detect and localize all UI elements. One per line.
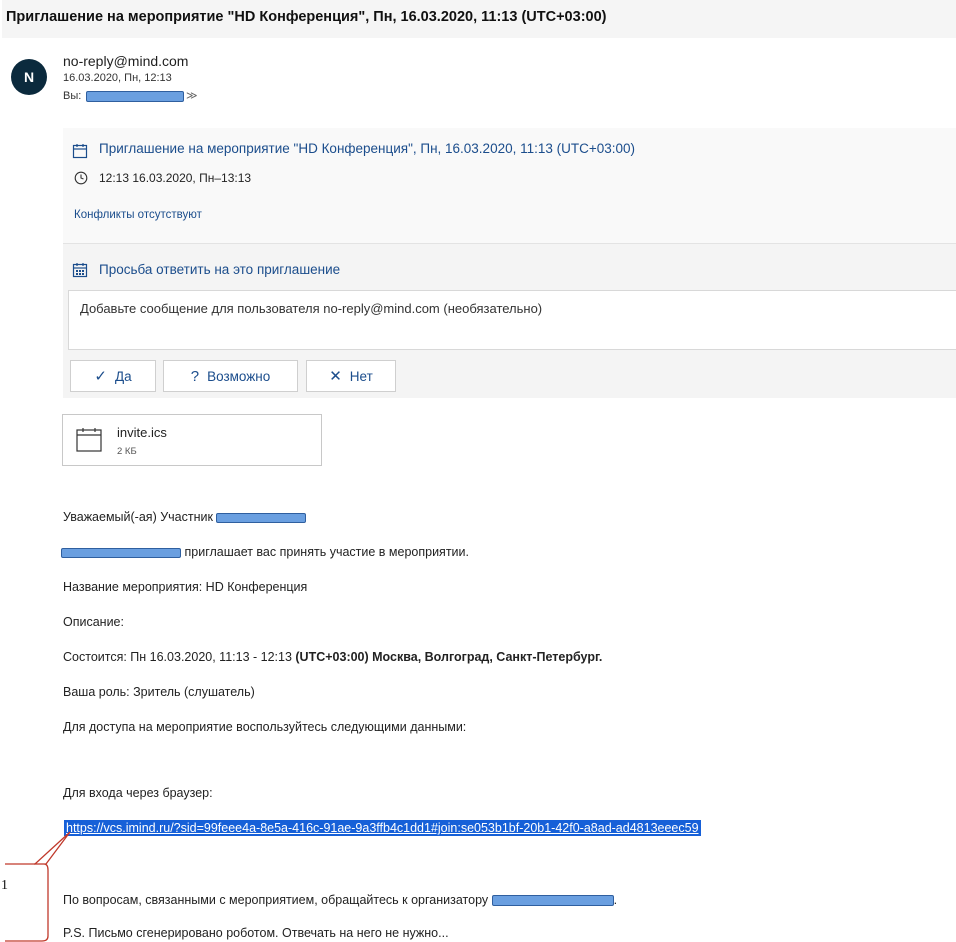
browser-entry-line: Для входа через браузер:: [63, 786, 213, 800]
decline-button[interactable]: ✕ Нет: [306, 360, 396, 392]
role-line: Ваша роль: Зритель (слушатель): [63, 685, 255, 699]
decline-label: Нет: [349, 368, 373, 384]
questions-text: По вопросам, связанными с мероприятием, …: [63, 893, 489, 907]
conflicts-status[interactable]: Конфликты отсутствуют: [74, 209, 202, 221]
schedule-prefix: Состоится: Пн 16.03.2020, 11:13 - 12:13: [63, 650, 296, 664]
rsvp-message-input[interactable]: Добавьте сообщение для пользователя no-r…: [68, 290, 956, 350]
redacted-organizer-link[interactable]: [491, 895, 614, 907]
message-date: 16.03.2020, Пн, 12:13: [63, 72, 172, 84]
sender-avatar[interactable]: N: [11, 59, 47, 95]
questions-line: По вопросам, связанными с мероприятием, …: [63, 893, 618, 907]
access-line: Для доступа на мероприятие воспользуйтес…: [63, 720, 467, 734]
callout-number: 1: [1, 878, 8, 893]
event-time: 12:13 16.03.2020, Пн–13:13: [99, 171, 252, 185]
clock-icon: [74, 171, 88, 185]
accept-button[interactable]: ✓ Да: [70, 360, 156, 392]
tentative-button[interactable]: ? Возможно: [163, 360, 298, 392]
schedule-timezone: (UTC+03:00) Москва, Волгоград, Санкт-Пет…: [295, 650, 603, 664]
description-line: Описание:: [63, 615, 124, 629]
question-icon: ?: [190, 367, 200, 385]
invite-text: приглашает вас принять участие в меропри…: [184, 545, 469, 559]
recipient-label: Вы:: [63, 90, 82, 102]
accept-label: Да: [114, 368, 132, 384]
close-icon: ✕: [329, 368, 342, 385]
greeting-text: Уважаемый(-ая) Участник: [63, 510, 307, 524]
attachment-name[interactable]: invite.ics: [117, 425, 167, 440]
card-divider: [63, 243, 956, 244]
event-title[interactable]: Приглашение на мероприятие "HD Конференц…: [99, 141, 635, 156]
tentative-label: Возможно: [207, 368, 271, 384]
attachment-size: 2 КБ: [117, 446, 137, 457]
ps-line: P.S. Письмо сгенерировано роботом. Отвеч…: [63, 926, 449, 940]
join-link[interactable]: https://vcs.imind.ru/?sid=99feee4a-8e5a-…: [64, 820, 701, 836]
greeting-label: Уважаемый(-ая) Участник: [63, 510, 213, 524]
message-subject: Приглашение на мероприятие "HD Конференц…: [2, 0, 956, 38]
calendar-file-icon: [76, 428, 102, 452]
rsvp-title: Просьба ответить на это приглашение: [99, 262, 341, 277]
redacted-participant-name: [216, 512, 307, 523]
sender-address[interactable]: no-reply@mind.com: [63, 53, 188, 69]
redacted-organizer-name: [61, 547, 181, 558]
redacted-recipient: [86, 91, 184, 102]
schedule-line: Состоится: Пн 16.03.2020, 11:13 - 12:13 …: [63, 650, 602, 664]
calendar-icon: [72, 144, 88, 159]
calendar-reply-icon: [72, 263, 88, 278]
invite-line: приглашает вас принять участие в меропри…: [61, 545, 469, 559]
callout-annotation: [5, 831, 71, 942]
event-name-line: Название мероприятия: HD Конференция: [63, 580, 308, 594]
checkmark-icon: ✓: [94, 368, 107, 385]
chevron-down-icon[interactable]: ≫: [186, 89, 198, 102]
